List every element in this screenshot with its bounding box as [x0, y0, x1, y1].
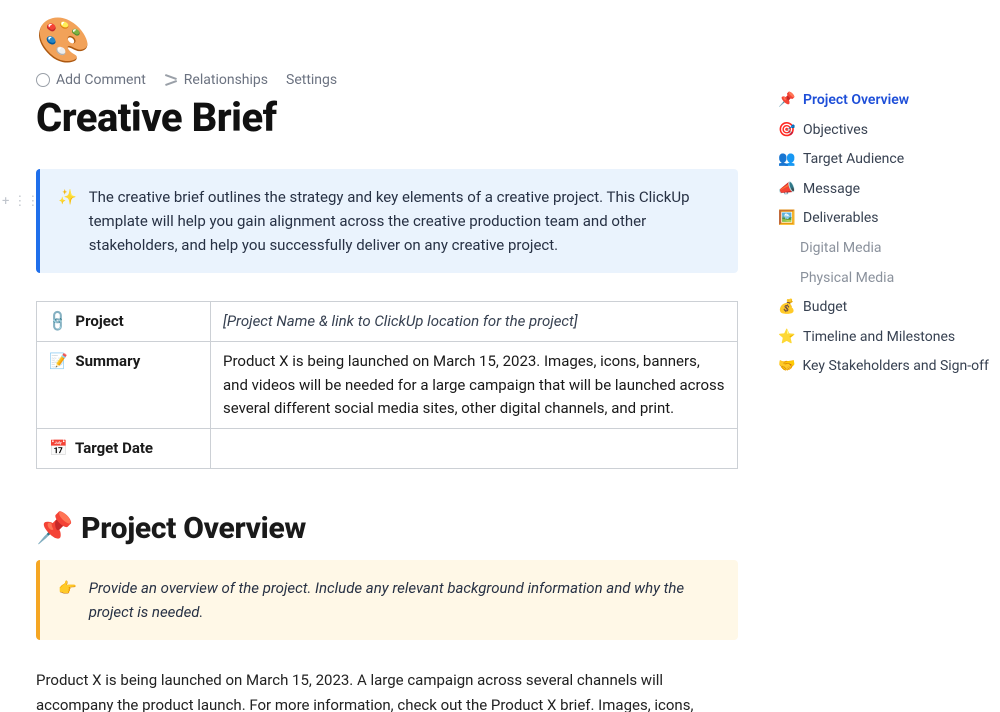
relationships-button[interactable]: Relationships — [164, 72, 268, 88]
toc-item-deliverables[interactable]: 🖼️ Deliverables — [776, 204, 990, 234]
add-comment-button[interactable]: Add Comment — [36, 72, 146, 88]
toc-item-project-overview[interactable]: 📌 Project Overview — [776, 86, 990, 116]
table-row[interactable]: 📅 Target Date — [37, 429, 738, 469]
comment-icon — [36, 73, 50, 87]
toc-label: Physical Media — [800, 269, 894, 289]
relationships-label: Relationships — [184, 72, 268, 88]
settings-label: Settings — [286, 72, 337, 88]
toc-item-message[interactable]: 📣 Message — [776, 175, 990, 205]
sparkles-icon: ✨ — [58, 185, 77, 257]
toc-item-stakeholders[interactable]: 🤝 Key Stakeholders and Sign-off — [776, 352, 990, 382]
section-heading-text: Project Overview — [81, 511, 306, 546]
megaphone-icon: 📣 — [778, 180, 796, 200]
moneybag-icon: 💰 — [778, 298, 796, 318]
row-value[interactable] — [211, 429, 738, 469]
handshake-icon: 🤝 — [778, 357, 795, 377]
toc-item-timeline[interactable]: ⭐ Timeline and Milestones — [776, 323, 990, 353]
table-row[interactable]: 📝 Summary Product X is being launched on… — [37, 342, 738, 429]
picture-icon: 🖼️ — [778, 209, 796, 229]
target-icon: 🎯 — [778, 121, 796, 141]
toc-item-budget[interactable]: 💰 Budget — [776, 293, 990, 323]
calendar-icon: 📅 — [49, 439, 68, 457]
toc-label: Budget — [803, 298, 847, 318]
toc-label: Message — [803, 180, 860, 200]
block-gutter-controls[interactable]: + ⋮⋮ — [2, 194, 39, 209]
table-row[interactable]: 🔗 Project [Project Name & link to ClickU… — [37, 302, 738, 342]
row-value[interactable]: [Project Name & link to ClickUp location… — [211, 302, 738, 342]
pointing-right-icon: 👉 — [58, 576, 77, 624]
toc-item-physical-media[interactable]: Physical Media — [776, 264, 990, 294]
pushpin-icon: 📌 — [778, 91, 796, 111]
overview-body-text[interactable]: Product X is being launched on March 15,… — [36, 668, 738, 712]
intro-callout-text: The creative brief outlines the strategy… — [89, 185, 720, 257]
toc-label: Project Overview — [803, 91, 909, 111]
toc-sidebar: 📌 Project Overview 🎯 Objectives 👥 Target… — [768, 0, 1000, 712]
link-icon: 🔗 — [44, 307, 74, 337]
overview-hint-callout[interactable]: 👉 Provide an overview of the project. In… — [36, 560, 738, 640]
section-heading-overview[interactable]: 📌 Project Overview — [36, 511, 738, 546]
page-icon[interactable]: 🎨 — [36, 18, 738, 62]
toc-label: Key Stakeholders and Sign-off — [802, 357, 988, 377]
toc-label: Target Audience — [803, 150, 904, 170]
add-comment-label: Add Comment — [56, 72, 146, 88]
row-label: Target Date — [75, 439, 153, 457]
toc-label: Timeline and Milestones — [803, 328, 955, 348]
intro-callout[interactable]: ✨ The creative brief outlines the strate… — [36, 169, 738, 273]
settings-button[interactable]: Settings — [286, 72, 337, 88]
people-icon: 👥 — [778, 150, 796, 170]
project-info-table: 🔗 Project [Project Name & link to ClickU… — [36, 301, 738, 469]
star-icon: ⭐ — [778, 328, 796, 348]
add-block-icon[interactable]: + — [2, 194, 9, 209]
toc-label: Deliverables — [803, 209, 879, 229]
row-label: Summary — [75, 352, 140, 370]
row-label: Project — [75, 312, 123, 330]
pushpin-icon: 📌 — [36, 511, 73, 546]
page-toolbar: Add Comment Relationships Settings — [36, 72, 738, 88]
memo-icon: 📝 — [49, 352, 68, 370]
toc-item-objectives[interactable]: 🎯 Objectives — [776, 116, 990, 146]
toc-item-digital-media[interactable]: Digital Media — [776, 234, 990, 264]
page-title[interactable]: Creative Brief — [36, 94, 738, 141]
toc-item-target-audience[interactable]: 👥 Target Audience — [776, 145, 990, 175]
row-value[interactable]: Product X is being launched on March 15,… — [211, 342, 738, 429]
toc-label: Objectives — [803, 121, 868, 141]
document-main: 🎨 Add Comment Relationships Settings Cre… — [0, 0, 768, 712]
toc-label: Digital Media — [800, 239, 882, 259]
relationships-icon — [164, 73, 178, 87]
overview-hint-text: Provide an overview of the project. Incl… — [89, 576, 720, 624]
